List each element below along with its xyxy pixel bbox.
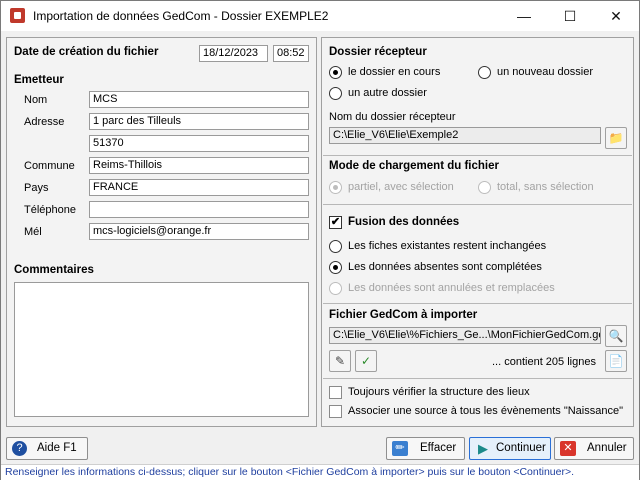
telephone-field[interactable] [89,201,309,218]
radio-mode-partiel[interactable] [329,181,342,194]
aide-button[interactable]: ? Aide F1 [6,437,88,460]
play-icon: ▶ [478,441,488,456]
time-field[interactable]: 08:52 [273,45,309,62]
pays-label: Pays [24,182,49,194]
view-file-icon[interactable]: ✎ [329,350,351,372]
radio-dossier-en-cours-label: le dossier en cours [348,66,441,78]
app-icon [10,8,25,23]
radio-autre-dossier[interactable] [329,87,342,100]
open-file-icon[interactable]: 📄 [605,350,627,372]
radio-mode-total-label: total, sans sélection [497,181,594,193]
left-panel: Date de création du fichier 18/12/2023 0… [6,37,317,427]
adresse-field-1[interactable]: 1 parc des Tilleuls [89,113,309,130]
radio-fusion-inchangees-label: Les fiches existantes restent inchangées [348,240,547,252]
adresse-label: Adresse [24,116,65,128]
import-window: Importation de données GedCom - Dossier … [0,0,640,480]
dossier-recepteur-title: Dossier récepteur [329,46,427,58]
mel-field[interactable]: mcs-logiciels@orange.fr [89,223,309,240]
title-bar: Importation de données GedCom - Dossier … [1,1,639,31]
effacer-button[interactable]: ✏ Effacer [386,437,465,460]
radio-mode-total[interactable] [478,181,491,194]
minimize-button[interactable]: — [501,1,547,31]
close-button[interactable]: ✕ [593,1,639,31]
date-field[interactable]: 18/12/2023 [199,45,268,62]
search-file-icon[interactable]: 🔍 [605,325,627,347]
commune-label: Commune [24,160,75,172]
gedcom-lines-count: ... contient 205 lignes [492,356,596,368]
check-lieux-label: Toujours vérifier la structure des lieux [348,386,530,398]
gedcom-title: Fichier GedCom à importer [329,309,478,321]
radio-fusion-completees[interactable] [329,261,342,274]
separator [323,204,632,205]
radio-mode-partiel-label: partiel, avec sélection [348,181,454,193]
commentaires-label: Commentaires [14,264,94,276]
help-icon: ? [12,441,27,456]
radio-fusion-inchangees[interactable] [329,240,342,253]
separator [323,378,632,379]
right-panel: Dossier récepteur le dossier en cours un… [321,37,634,427]
radio-autre-dossier-label: un autre dossier [348,87,427,99]
date-label: Date de création du fichier [14,46,159,58]
check-source-checkbox[interactable] [329,405,342,418]
eraser-icon: ✏ [392,441,408,456]
nom-dossier-label: Nom du dossier récepteur [329,111,456,123]
browse-folder-icon[interactable]: 📁 [605,127,627,149]
nom-label: Nom [24,94,48,106]
radio-fusion-remplacees[interactable] [329,282,342,295]
gedcom-path-field: C:\Elie_V6\Elie\%Fichiers_Ge...\MonFichi… [329,327,601,344]
continuer-button[interactable]: ▶ Continuer [469,437,551,460]
radio-fusion-remplacees-label: Les données sont annulées et remplacées [348,282,555,294]
pays-field[interactable]: FRANCE [89,179,309,196]
nom-dossier-field: C:\Elie_V6\Elie\Exemple2 [329,127,601,144]
radio-fusion-completees-label: Les données absentes sont complétées [348,261,542,273]
mel-label: Mél [24,226,42,238]
annuler-button[interactable]: ✕ Annuler [554,437,634,460]
mode-chargement-title: Mode de chargement du fichier [329,160,499,172]
radio-nouveau-dossier-label: un nouveau dossier [497,66,594,78]
check-lieux-checkbox[interactable] [329,386,342,399]
commune-field[interactable]: Reims-Thillois [89,157,309,174]
separator [323,303,632,304]
adresse-field-2[interactable]: 51370 [89,135,309,152]
radio-dossier-en-cours[interactable] [329,66,342,79]
radio-nouveau-dossier[interactable] [478,66,491,79]
window-title: Importation de données GedCom - Dossier … [33,9,329,23]
emetteur-title: Emetteur [14,74,64,86]
separator [323,155,632,156]
check-source-label: Associer une source à tous les évènement… [348,405,624,417]
commentaires-textarea[interactable] [14,282,309,417]
maximize-button[interactable]: ☐ [547,1,593,31]
check-file-icon[interactable]: ✓ [355,350,377,372]
cancel-icon: ✕ [560,441,576,456]
fusion-checkbox[interactable]: ✔ [329,216,342,229]
nom-field[interactable]: MCS [89,91,309,108]
status-bar: Renseigner les informations ci-dessus; c… [1,464,639,480]
fusion-label: Fusion des données [348,216,460,228]
telephone-label: Téléphone [24,204,76,216]
